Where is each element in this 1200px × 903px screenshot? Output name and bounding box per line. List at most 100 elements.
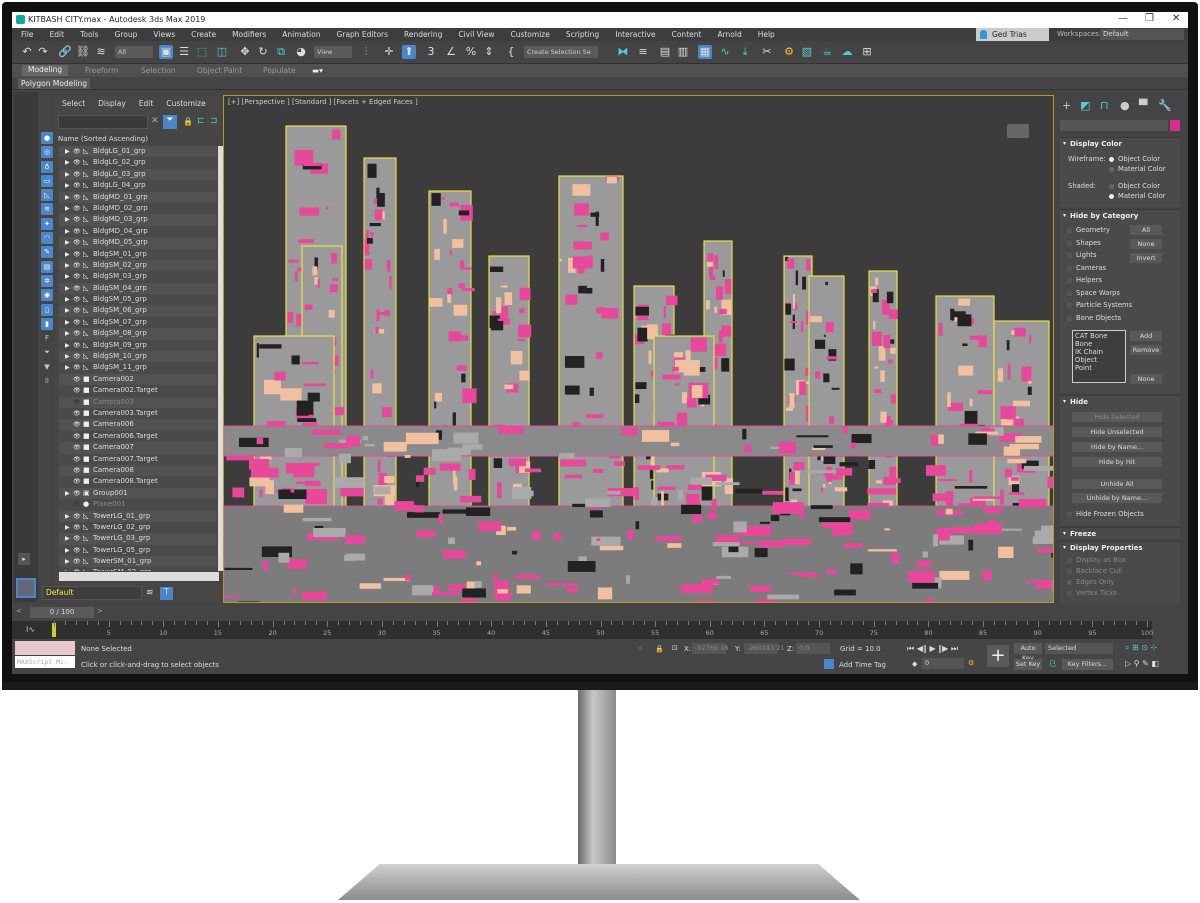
layer-explorer-icon[interactable]: ▥ [676,45,690,59]
tab-freeform[interactable]: Freeform [85,66,118,75]
list-item[interactable]: ▶ 👁 ◺ TowerLG_05_grp [59,544,217,557]
time-slider[interactable]: 0 / 100 [30,607,94,618]
eye-icon[interactable]: 👁 [73,545,83,556]
modify-tab-icon[interactable]: ◩ [1080,99,1090,112]
eye-icon[interactable]: 👁 [73,419,83,430]
filter-type-icon[interactable]: ✦ [41,217,53,230]
lock-icon[interactable]: 🔒 [183,117,193,126]
list-item[interactable]: ▶ 👁 ◺ BldgSM_11_grp [59,362,217,374]
hide-frozen-checkbox[interactable] [1067,512,1072,517]
perspective-viewport[interactable]: [+] [Perspective ] [Standard ] [Facets +… [223,95,1054,603]
tab-selection[interactable]: Selection [141,66,176,75]
expand-arrow-icon[interactable]: ▶ [65,522,73,533]
filter-type-icon[interactable]: ◠ [41,232,53,245]
menu-modifiers[interactable]: Modifiers [223,28,273,41]
rectangular-selection-icon[interactable]: ⬚ [195,45,209,59]
category-checkbox[interactable] [1067,315,1072,321]
eye-icon[interactable]: 👁 [73,226,83,237]
display-as-box-checkbox[interactable] [1067,558,1072,563]
time-tag-icon[interactable] [824,659,834,669]
eye-icon[interactable]: 👁 [73,169,83,180]
category-checkbox[interactable] [1067,290,1072,296]
schematic-view-icon[interactable]: ⤓ [738,45,752,59]
viewport-nav-icons[interactable]: ⌕ ⊞ ⊙ ⊹ [1125,643,1157,653]
vertex-ticks-checkbox[interactable] [1067,591,1072,596]
layers-icon[interactable]: ≋ [146,588,154,598]
viewport-layout-icon[interactable]: ⊞ [860,45,874,59]
expand-arrow-icon[interactable]: ▶ [65,328,73,339]
list-item[interactable]: ▶ 👁 ◺ BldgMD_01_grp [59,192,217,203]
list-item[interactable]: 👁 ■ Camera007.Target [59,453,217,465]
wireframe-material-color-radio[interactable] [1109,167,1114,172]
list-item[interactable]: ▶ 👁 ◺ BldgLG_04_grp [59,180,217,192]
filter-type-icon[interactable]: ▯ [41,303,53,316]
filter-type-icon[interactable]: ⌷ [41,375,53,387]
clear-search-icon[interactable]: ✕ [151,116,159,126]
rollout-title[interactable]: Freeze [1060,528,1180,538]
rollout-title[interactable]: Hide by Category [1060,210,1180,220]
expand-arrow-icon[interactable]: ▶ [65,226,73,237]
remove-button[interactable]: Remove [1130,345,1162,355]
named-selection-icon[interactable]: { [504,45,518,59]
add-time-tag-button[interactable]: Add Time Tag [839,661,886,669]
category-checkbox[interactable] [1067,265,1072,271]
rollout-title[interactable]: Display Color [1060,138,1180,148]
menu-file[interactable]: File [12,28,41,41]
hide-by-hit-button[interactable]: Hide by Hit [1072,457,1162,467]
expand-arrow-icon[interactable]: ▶ [65,203,73,214]
menu-arnold[interactable]: Arnold [708,28,748,41]
expand-arrow-icon[interactable]: ▶ [65,294,73,305]
utilities-tab-icon[interactable]: 🔧 [1158,99,1172,112]
unhide-all-button[interactable]: Unhide All [1072,479,1162,489]
rendered-frame-icon[interactable]: ▧ [800,45,814,59]
expand-arrow-icon[interactable]: ▶ [65,214,73,225]
list-item[interactable]: ▶ 👁 ◺ BldgMD_03_grp [59,214,217,225]
eye-icon[interactable]: 👁 [73,340,83,351]
tab-populate[interactable]: Populate [263,66,296,75]
expand-arrow-icon[interactable]: ▶ [65,533,73,544]
expand-arrow-icon[interactable]: ▶ [65,249,73,260]
move-icon[interactable]: ✥ [238,45,252,59]
expand-arrow-icon[interactable]: ▶ [65,169,73,180]
list-item[interactable]: ▶ 👁 ◺ BldgSM_02_grp [59,260,217,271]
expand-arrow-icon[interactable]: ▶ [65,192,73,203]
explorer-search-input[interactable] [58,115,148,129]
expand-arrow-icon[interactable]: ▶ [65,237,73,248]
set-key-button[interactable]: Set Key [1014,659,1042,670]
mirror-icon[interactable]: ⧓ [616,45,630,59]
viewport-label[interactable]: [+] [Perspective ] [Standard ] [Facets +… [228,98,418,106]
hide-by-name-button[interactable]: Hide by Name... [1072,442,1162,452]
align-icon[interactable]: ≡ [636,45,650,59]
snaps-toggle-icon[interactable]: 3 [424,45,438,59]
display-tab-icon[interactable]: ▀ [1139,99,1147,112]
list-item[interactable]: 👁 ■ Camera006 [59,419,217,430]
category-checkbox[interactable] [1067,228,1072,233]
eye-icon[interactable]: 👁 [73,476,83,487]
list-item[interactable]: ▶ 👁 ◺ BldgSM_07_grp [59,316,217,329]
selection-lock-icon[interactable]: 🔒 [655,645,664,653]
workspaces-dropdown[interactable]: Default [1100,29,1184,40]
curve-editor-icon[interactable]: ∿ [718,45,732,59]
filter-type-icon[interactable]: ▭ [41,174,53,187]
close-button[interactable]: ✕ [1172,13,1180,24]
list-item[interactable]: ▶ 👁 ◺ BldgLG_01_grp [59,146,217,157]
filter-type-icon[interactable]: ▼ [41,361,53,373]
eye-icon[interactable]: 👁 [73,294,83,305]
hierarchy-icon[interactable]: ⊏ [197,116,205,126]
viewport-nav-icons-2[interactable]: ▷ ⚲ ✎ ◧ [1125,659,1159,668]
expand-icon[interactable]: ▸ [18,553,30,565]
object-color-swatch[interactable] [1170,120,1180,131]
none-button[interactable]: None [1130,374,1162,384]
percent-snap-icon[interactable]: % [464,45,478,59]
expand-arrow-icon[interactable]: ▶ [65,545,73,556]
list-item[interactable]: ▶ 👁 ◺ TowerSM_01_grp [59,556,217,567]
eye-icon[interactable]: 👁 [73,271,83,282]
key-mode-dropdown[interactable]: Selected [1045,643,1113,654]
select-by-name-icon[interactable]: ☰ [177,45,191,59]
filter-type-icon[interactable]: ✎ [41,246,53,259]
scale-icon[interactable]: ⧉ [274,45,288,59]
wireframe-object-color-radio[interactable] [1109,157,1114,162]
select-manipulate-icon[interactable]: ✛ [382,45,396,59]
select-object-icon[interactable]: ▣ [159,45,173,59]
backface-cull-checkbox[interactable] [1067,569,1072,574]
